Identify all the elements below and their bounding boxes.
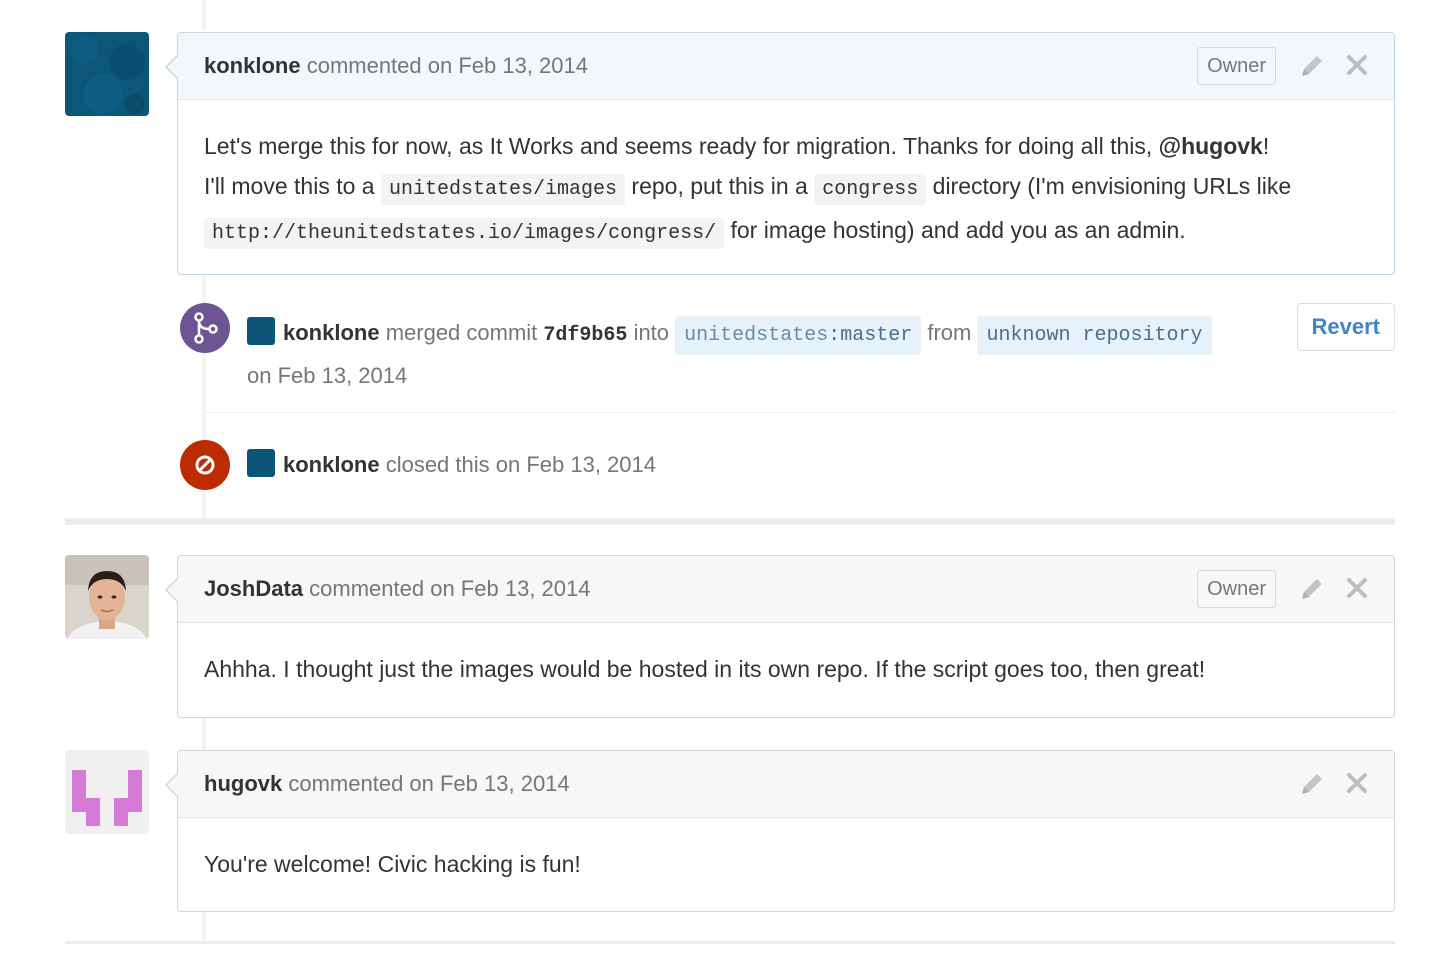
inline-code: http://theunitedstates.io/images/congres… bbox=[204, 218, 725, 249]
comment-timestamp[interactable]: commented on Feb 13, 2014 bbox=[309, 576, 590, 601]
comment-text: I'll move this to a bbox=[204, 173, 381, 199]
comment-body: You're welcome! Civic hacking is fun! bbox=[178, 818, 1394, 910]
event-actor[interactable]: konklone bbox=[283, 452, 380, 477]
owner-badge: Owner bbox=[1197, 47, 1276, 85]
closed-pr-icon bbox=[180, 440, 230, 490]
pencil-icon[interactable] bbox=[1298, 575, 1326, 603]
inline-code: congress bbox=[814, 174, 927, 205]
git-merge-icon bbox=[180, 303, 230, 353]
comment-pointer bbox=[165, 578, 178, 602]
avatar[interactable] bbox=[65, 750, 149, 834]
comment-header: hugovk commented on Feb 13, 2014 bbox=[178, 751, 1394, 818]
comment-text: Ahhha. I thought just the images would b… bbox=[204, 656, 1206, 682]
event-text: from bbox=[927, 320, 972, 345]
hugovk-identicon-icon bbox=[65, 750, 149, 834]
comment-author[interactable]: hugovk bbox=[204, 771, 282, 796]
comment-text: repo, put this in a bbox=[625, 173, 815, 199]
avatar[interactable] bbox=[65, 32, 149, 116]
pencil-icon[interactable] bbox=[1298, 52, 1326, 80]
comment-pointer bbox=[165, 55, 178, 79]
comment-timestamp[interactable]: commented on Feb 13, 2014 bbox=[288, 771, 569, 796]
event-actor[interactable]: konklone bbox=[283, 320, 380, 345]
target-branch: unitedstates:master bbox=[675, 316, 922, 355]
owner-badge: Owner bbox=[1197, 570, 1276, 608]
comment-text: directory (I'm envisioning URLs like bbox=[926, 173, 1292, 199]
timeline-line bbox=[202, 718, 206, 750]
comment-text: for image hosting) and add you as an adm… bbox=[724, 217, 1186, 243]
close-icon[interactable] bbox=[1344, 770, 1370, 796]
close-event-text: konklone closed this on Feb 13, 2014 bbox=[247, 445, 656, 485]
avatar[interactable] bbox=[247, 449, 275, 477]
merge-event-text: konklone merged commit 7df9b65 into unit… bbox=[247, 313, 1227, 396]
source-branch: unknown repository bbox=[977, 316, 1212, 355]
event-text: into bbox=[633, 320, 670, 345]
merge-event: konklone merged commit 7df9b65 into unit… bbox=[180, 303, 1395, 393]
konklone-avatar-icon bbox=[65, 32, 149, 116]
event-text: merged commit bbox=[385, 320, 538, 345]
comment-text: Let's merge this for now, as It Works an… bbox=[204, 133, 1159, 159]
event-text: closed this on Feb 13, 2014 bbox=[385, 452, 656, 477]
comment: hugovk commented on Feb 13, 2014 You're … bbox=[165, 750, 1395, 912]
comment: JoshData commented on Feb 13, 2014 Owner… bbox=[165, 555, 1395, 718]
inline-code: unitedstates/images bbox=[380, 174, 626, 205]
comment-body: Let's merge this for now, as It Works an… bbox=[178, 100, 1394, 280]
target-branch-name: master bbox=[840, 324, 913, 347]
comment-text: You're welcome! Civic hacking is fun! bbox=[204, 851, 581, 877]
timeline-separator bbox=[65, 941, 1395, 944]
comment-author[interactable]: konklone bbox=[204, 53, 301, 78]
close-event: konklone closed this on Feb 13, 2014 bbox=[180, 440, 1395, 490]
timeline-line bbox=[202, 912, 206, 942]
event-divider bbox=[206, 412, 1395, 413]
user-mention[interactable]: @hugovk bbox=[1159, 133, 1263, 159]
comment-body: Ahhha. I thought just the images would b… bbox=[178, 623, 1394, 715]
avatar[interactable] bbox=[247, 317, 275, 345]
comment: konklone commented on Feb 13, 2014 Owner… bbox=[165, 32, 1395, 275]
comment-header: konklone commented on Feb 13, 2014 Owner bbox=[178, 33, 1394, 100]
target-branch-owner: unitedstates bbox=[684, 324, 829, 347]
revert-button[interactable]: Revert bbox=[1296, 303, 1395, 351]
close-icon[interactable] bbox=[1344, 52, 1370, 78]
event-timestamp[interactable]: on Feb 13, 2014 bbox=[247, 363, 407, 388]
close-icon[interactable] bbox=[1344, 575, 1370, 601]
commit-sha[interactable]: 7df9b65 bbox=[543, 324, 627, 347]
joshdata-avatar-icon bbox=[65, 555, 149, 639]
timeline-separator bbox=[65, 518, 1395, 525]
comment-text: ! bbox=[1262, 133, 1270, 159]
timeline-line bbox=[202, 0, 206, 30]
comment-header: JoshData commented on Feb 13, 2014 Owner bbox=[178, 556, 1394, 623]
pencil-icon[interactable] bbox=[1298, 770, 1326, 798]
comment-author[interactable]: JoshData bbox=[204, 576, 303, 601]
avatar[interactable] bbox=[65, 555, 149, 639]
comment-pointer bbox=[165, 773, 178, 797]
comment-timestamp[interactable]: commented on Feb 13, 2014 bbox=[307, 53, 588, 78]
